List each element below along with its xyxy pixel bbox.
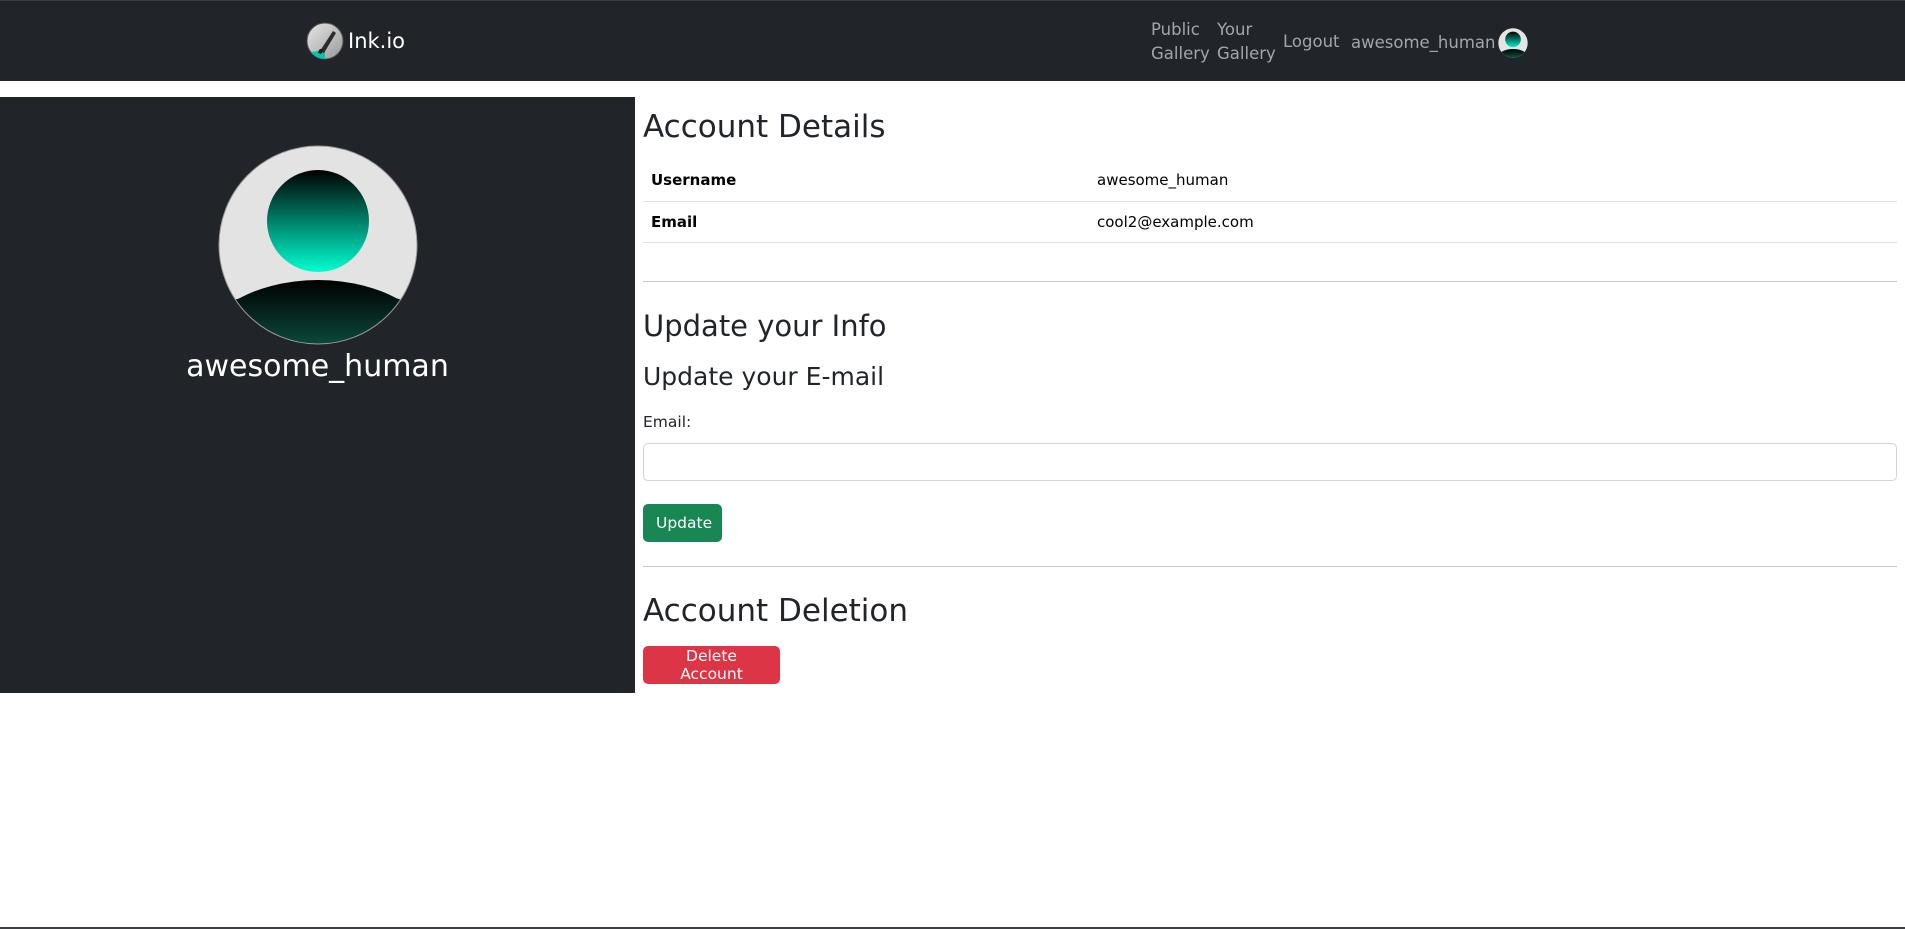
email-key: Email xyxy=(643,201,1089,243)
nav-public-gallery-line2: Gallery xyxy=(1151,44,1210,63)
user-avatar-icon xyxy=(1498,28,1529,58)
username-value: awesome_human xyxy=(1089,160,1897,202)
nav-username: awesome_human xyxy=(1351,33,1496,52)
nav-links: Public Gallery Your Gallery Logout aweso… xyxy=(0,18,1905,68)
update-info-heading: Update your Info xyxy=(643,309,887,343)
divider xyxy=(643,281,1897,282)
nav-your-gallery[interactable]: Your Gallery xyxy=(1217,18,1276,66)
profile-avatar-icon xyxy=(218,145,418,345)
update-button[interactable]: Update xyxy=(643,504,722,542)
nav-public-gallery-line1: Public xyxy=(1151,20,1200,39)
email-label: Email: xyxy=(643,413,692,431)
update-email-heading: Update your E-mail xyxy=(643,362,885,391)
table-row: Username awesome_human xyxy=(643,160,1897,202)
account-details-table: Username awesome_human Email cool2@examp… xyxy=(643,160,1897,243)
navbar: Ink.io Public Gallery Your Gallery Logou… xyxy=(0,0,1905,81)
nav-your-gallery-line2: Gallery xyxy=(1217,44,1276,63)
table-row: Email cool2@example.com xyxy=(643,201,1897,243)
username-key: Username xyxy=(643,160,1089,202)
nav-user-menu[interactable]: awesome_human xyxy=(1351,28,1529,58)
email-value: cool2@example.com xyxy=(1089,201,1897,243)
nav-public-gallery[interactable]: Public Gallery xyxy=(1151,18,1210,66)
profile-sidebar: awesome_human xyxy=(0,97,635,693)
account-main: Account Details Username awesome_human E… xyxy=(643,97,1897,697)
profile-username: awesome_human xyxy=(186,349,449,384)
nav-logout[interactable]: Logout xyxy=(1283,30,1340,54)
account-details-heading: Account Details xyxy=(643,109,886,145)
email-field[interactable] xyxy=(643,443,1897,481)
account-deletion-heading: Account Deletion xyxy=(643,593,909,629)
delete-account-button[interactable]: Delete Account xyxy=(643,646,780,684)
nav-your-gallery-line1: Your xyxy=(1217,20,1253,39)
divider xyxy=(643,566,1897,567)
